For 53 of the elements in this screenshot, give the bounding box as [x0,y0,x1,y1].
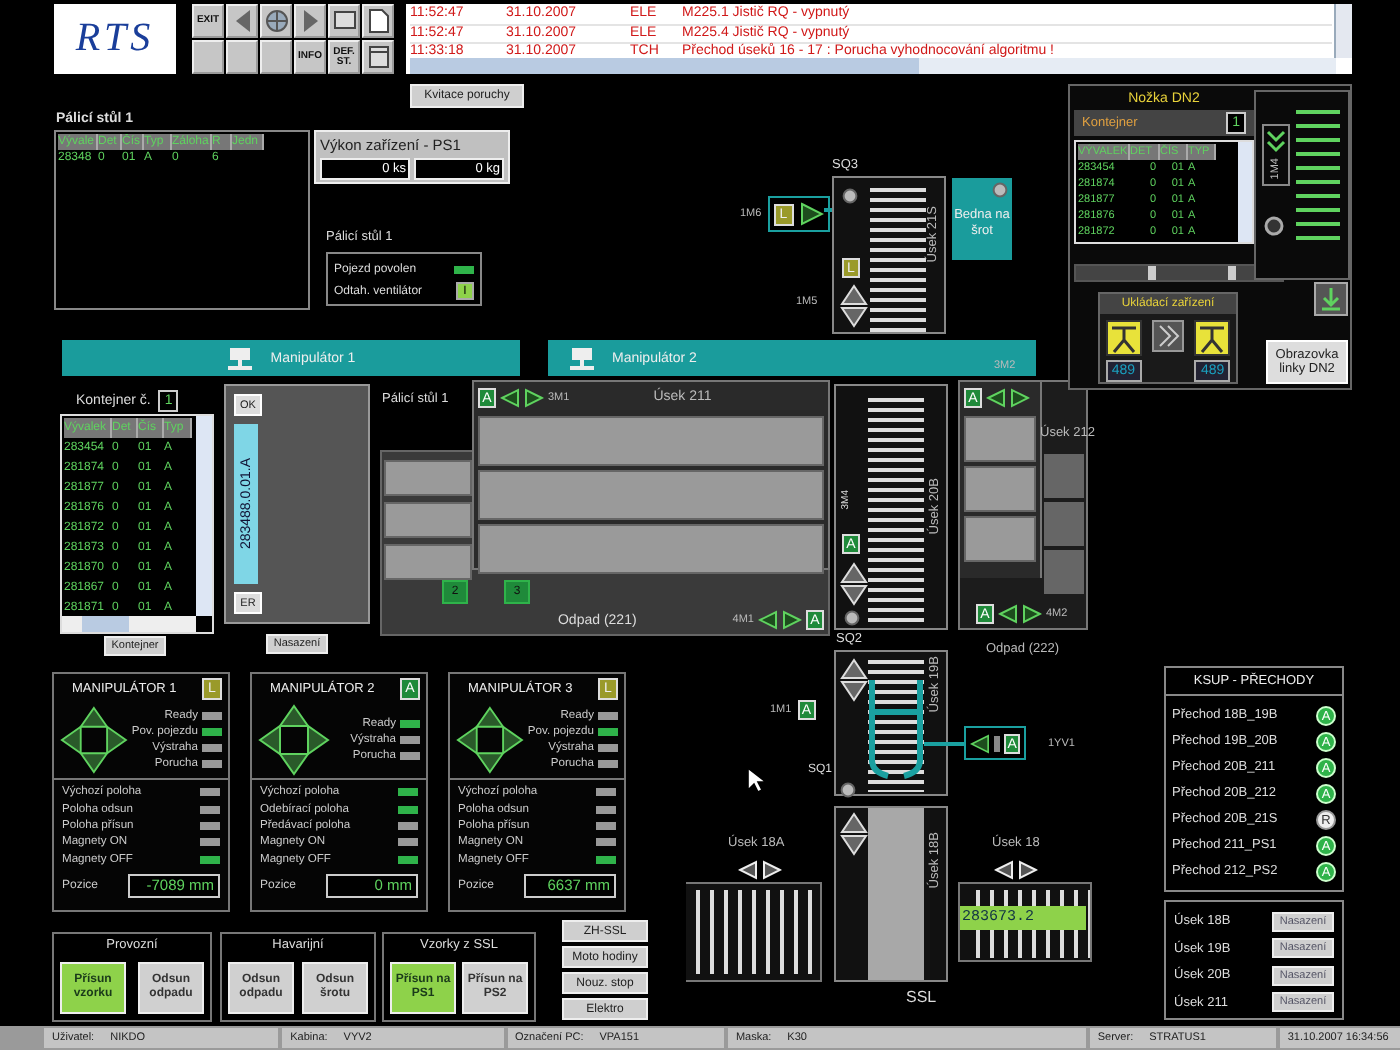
toolbar-button[interactable] [362,4,394,38]
tray [1044,502,1084,546]
globe-icon [263,6,289,36]
valve-indicator [993,735,1001,751]
gripper-drawing [866,676,926,780]
sensor-icon [840,782,856,798]
left-arrow-icon[interactable] [970,731,990,755]
direction-pad-icon[interactable] [258,704,330,776]
scrollbar[interactable] [1238,142,1252,242]
scrollbar[interactable] [410,58,1336,74]
right-arrow-icon[interactable] [799,202,824,226]
left-right-arrows-icon[interactable] [994,860,1038,880]
manipulator-icon [226,345,255,371]
toolbar-button[interactable] [294,4,326,38]
left-right-arrows-icon[interactable] [998,604,1042,624]
tray [964,516,1036,562]
tray [964,416,1036,462]
scrollbar[interactable] [1334,4,1352,58]
sensor-icon [992,182,1008,198]
left-right-arrows-icon[interactable] [986,387,1030,407]
cursor-icon [746,766,766,794]
direction-pad-icon[interactable] [60,704,128,776]
left-right-arrows-icon[interactable] [758,610,802,630]
tray [1044,550,1084,594]
direction-pad-icon[interactable] [456,704,524,776]
window-icon [365,42,391,72]
toolbar-button[interactable] [328,4,360,38]
toolbar-button[interactable] [260,4,292,38]
page-icon [365,6,391,36]
up-down-arrows-icon[interactable] [840,562,868,606]
left-right-arrows-icon[interactable] [500,387,544,407]
up-down-arrows-icon[interactable] [840,658,868,702]
area-label: SSL [906,988,937,1006]
download-button-icon[interactable] [1314,282,1348,316]
rack [686,882,822,982]
chevron-down-icon [1266,130,1286,154]
tray [964,466,1036,512]
sensor-icon [842,188,858,204]
toolbar-button[interactable] [362,40,394,74]
up-down-arrows-icon[interactable] [840,812,868,856]
sensor-icon [844,610,860,626]
sensor-icon [1264,216,1284,236]
scrollbar[interactable] [196,416,212,616]
tray [1044,454,1084,498]
manipulator-icon [568,345,596,371]
up-down-arrows-icon[interactable] [840,284,868,328]
lift-icon[interactable] [1105,320,1142,356]
logo: RTS [54,4,176,74]
scrollbar[interactable] [62,616,196,632]
toolbar-button[interactable] [226,4,258,38]
chevron-right-button-icon[interactable] [1151,320,1184,352]
lift-icon[interactable] [1194,320,1231,356]
left-right-arrows-icon[interactable] [738,860,782,880]
